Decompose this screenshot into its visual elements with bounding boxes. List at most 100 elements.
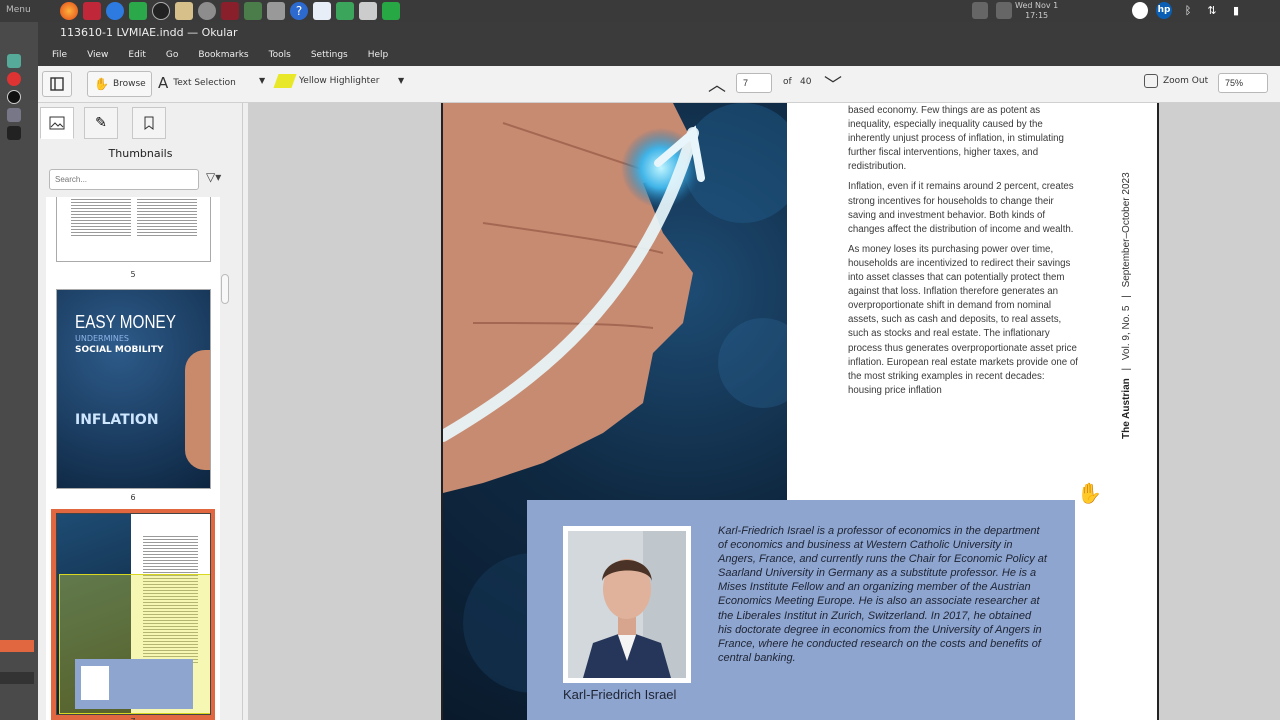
thumbnail-number-6: 6	[130, 493, 136, 502]
thumb-hand-shape	[185, 350, 210, 470]
system-menu[interactable]: Menu	[6, 5, 31, 15]
printer-icon[interactable]	[359, 2, 377, 20]
spreadsheet-icon[interactable]	[336, 2, 354, 20]
article-paragraph: Inflation, even if it remains around 2 p…	[848, 181, 1074, 235]
thumb-headline-3: SOCIAL MOBILITY	[75, 345, 164, 355]
author-bio-box: Karl-Friedrich Israel Karl-Friedrich Isr…	[527, 500, 1075, 720]
yellow-highlighter-button[interactable]: Yellow Highlighter	[273, 74, 379, 88]
menu-settings[interactable]: Settings	[311, 44, 356, 66]
workspace-indicator-2[interactable]	[0, 672, 34, 684]
camera-icon[interactable]	[267, 2, 285, 20]
thumbnail-page-7[interactable]	[56, 513, 211, 715]
hand-icon: ✋	[94, 77, 109, 91]
firefox-icon[interactable]	[60, 2, 78, 20]
pen-icon: ✎	[95, 115, 107, 131]
files-icon[interactable]	[175, 2, 193, 20]
highlighter-dropdown-arrow-icon[interactable]: ▼	[398, 76, 404, 85]
app-blue-icon[interactable]	[106, 2, 124, 20]
document-view[interactable]: based economy. Few things are as potent …	[248, 103, 1280, 720]
tab-bookmarks[interactable]	[132, 107, 166, 139]
page-total-label: 40	[800, 77, 812, 87]
clock-time: 17:15	[1025, 11, 1049, 20]
bluetooth-icon[interactable]: ᛒ	[1180, 2, 1196, 19]
scrollbar-handle[interactable]	[221, 274, 229, 304]
image-icon	[49, 116, 65, 130]
page-of-label: of	[783, 77, 792, 87]
sidebar-toggle-icon	[50, 77, 64, 91]
clock-date: Wed Nov 1	[1015, 1, 1059, 10]
menu-tools[interactable]: Tools	[269, 44, 299, 66]
app-red-icon[interactable]	[83, 2, 101, 20]
browse-label: Browse	[112, 79, 146, 89]
annotation-dropdown-arrow-icon[interactable]: ▼	[259, 76, 265, 85]
running-header-text: The Austrian | Vol. 9, No. 5 | September…	[1121, 172, 1132, 439]
dock-app-4-icon[interactable]	[7, 108, 21, 122]
thumbnail-scrollbar[interactable]	[220, 198, 230, 720]
author-photo-frame	[563, 526, 691, 683]
sidebar-panel: ✎ Thumbnails ▽▾ 5 EASY MONEY UNDERMINES …	[38, 103, 243, 720]
menu-edit[interactable]: Edit	[128, 44, 153, 66]
next-page-icon[interactable]: ﹀	[824, 71, 842, 97]
app-maroon-icon[interactable]	[221, 2, 239, 20]
dock-app-1-icon[interactable]	[7, 54, 21, 68]
launcher-bar: ?	[60, 2, 400, 20]
menu-file[interactable]: File	[52, 44, 75, 66]
app-tray-icon[interactable]	[1132, 2, 1148, 19]
battery-icon[interactable]: ▮	[1228, 2, 1244, 19]
zoom-out-label: Zoom Out	[1163, 76, 1209, 86]
sidebar-tabs: ✎	[38, 103, 243, 140]
app-dark-icon[interactable]	[152, 2, 170, 20]
menu-go[interactable]: Go	[166, 44, 186, 66]
dock-app-2-icon[interactable]	[7, 72, 21, 86]
browse-tool-button[interactable]: ✋ Browse	[87, 71, 152, 97]
tray-audio	[972, 2, 1012, 19]
tab-annotations[interactable]: ✎	[84, 107, 118, 139]
thumbnail-number-5: 5	[130, 270, 136, 279]
menubar: File View Edit Go Bookmarks Tools Settin…	[38, 44, 1280, 66]
zoom-level-select[interactable]	[1218, 73, 1268, 93]
text-selection-tool-button[interactable]: A Text Selection	[158, 74, 236, 92]
thumbnail-page-5[interactable]	[56, 197, 211, 262]
calc-icon[interactable]	[382, 2, 400, 20]
dock-app-3-icon[interactable]	[7, 90, 21, 104]
article-paragraph: As money loses its purchasing power over…	[848, 243, 1078, 396]
filter-icon[interactable]: ▽▾	[206, 170, 228, 188]
document-icon[interactable]	[313, 2, 331, 20]
journal-name: The Austrian	[1121, 378, 1132, 439]
system-dock	[0, 22, 38, 720]
menu-help[interactable]: Help	[368, 44, 397, 66]
microphone-icon[interactable]	[972, 2, 988, 19]
toggle-sidebar-button[interactable]	[42, 71, 72, 97]
thumbnail-page-6[interactable]: EASY MONEY UNDERMINES SOCIAL MOBILITY IN…	[56, 289, 211, 489]
thumb-headline-4: INFLATION	[75, 412, 159, 428]
tray-right: hp ᛒ ⇅ ▮	[1132, 2, 1244, 19]
hp-icon[interactable]: hp	[1156, 2, 1172, 19]
tab-thumbnails[interactable]	[40, 107, 74, 139]
menu-view[interactable]: View	[87, 44, 116, 66]
document-page: based economy. Few things are as potent …	[441, 103, 1159, 720]
header-separator: |	[1121, 367, 1132, 371]
running-header: The Austrian | Vol. 9, No. 5 | September…	[1109, 143, 1139, 443]
thumbnail-search-input[interactable]	[49, 169, 199, 190]
thumb-bio-photo	[81, 666, 109, 700]
author-portrait	[568, 531, 686, 678]
thumb-headline-1: EASY MONEY	[75, 312, 176, 332]
workspace-indicator-1[interactable]	[0, 640, 34, 652]
help-icon[interactable]: ?	[290, 2, 308, 20]
app-green-icon[interactable]	[129, 2, 147, 20]
dock-terminal-icon[interactable]	[7, 126, 21, 140]
volume-icon[interactable]	[996, 2, 1012, 19]
menu-bookmarks[interactable]: Bookmarks	[198, 44, 256, 66]
app-gray-icon[interactable]	[198, 2, 216, 20]
zoom-out-icon	[1144, 74, 1158, 88]
mouse-hand-cursor-icon: ✋	[1077, 481, 1102, 505]
thumbnail-text-lines	[137, 197, 197, 237]
previous-page-icon[interactable]: ︿	[708, 71, 726, 97]
thumb-headline-2: UNDERMINES	[75, 334, 129, 343]
clock[interactable]: Wed Nov 1 17:15	[1015, 1, 1058, 21]
network-icon[interactable]: ⇅	[1204, 2, 1220, 19]
zoom-out-button[interactable]: Zoom Out	[1144, 74, 1208, 88]
bookmark-icon	[144, 116, 154, 130]
app-check-icon[interactable]	[244, 2, 262, 20]
page-number-input[interactable]	[736, 73, 772, 93]
